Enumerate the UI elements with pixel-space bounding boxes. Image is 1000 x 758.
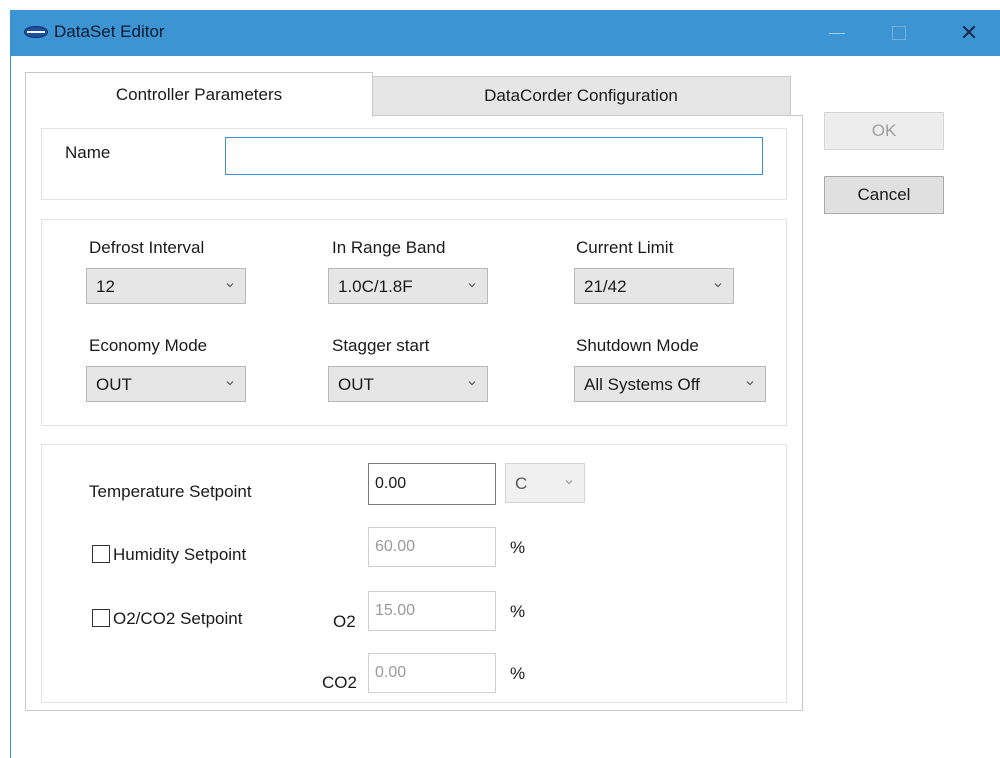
tab-controller-parameters[interactable]: Controller Parameters	[25, 72, 373, 117]
humidity-setpoint-label: Humidity Setpoint	[113, 545, 247, 564]
current-limit-value: 21/42	[584, 277, 627, 296]
economy-mode-label: Economy Mode	[89, 336, 208, 355]
tab-label: DataCorder Configuration	[484, 86, 678, 105]
chevron-down-icon	[226, 283, 234, 288]
chevron-down-icon	[468, 283, 476, 288]
temperature-unit-select[interactable]: C	[505, 463, 585, 503]
economy-mode-select[interactable]: OUT	[86, 366, 246, 402]
in-range-band-select[interactable]: 1.0C/1.8F	[328, 268, 488, 304]
minimize-icon	[829, 32, 845, 34]
humidity-setpoint-input[interactable]	[368, 527, 496, 567]
shutdown-mode-value: All Systems Off	[584, 375, 700, 394]
title-bar: DataSet Editor ✕	[10, 10, 1000, 56]
temperature-setpoint-input[interactable]	[368, 463, 496, 505]
stagger-start-label: Stagger start	[332, 336, 430, 355]
ok-button[interactable]: OK	[824, 112, 944, 150]
o2co2-setpoint-checkbox[interactable]	[92, 609, 110, 627]
co2-input[interactable]	[368, 653, 496, 693]
window-title: DataSet Editor	[54, 22, 165, 41]
tab-label: Controller Parameters	[115, 85, 283, 104]
chevron-down-icon	[565, 480, 573, 485]
defrost-interval-select[interactable]: 12	[86, 268, 246, 304]
o2-label: O2	[333, 612, 356, 631]
stagger-start-select[interactable]: OUT	[328, 366, 488, 402]
chevron-down-icon	[226, 381, 234, 386]
defrost-interval-label: Defrost Interval	[89, 238, 205, 257]
tab-datacorder-configuration[interactable]: DataCorder Configuration	[371, 76, 791, 116]
shutdown-mode-label: Shutdown Mode	[576, 336, 699, 355]
cancel-button[interactable]: Cancel	[824, 176, 944, 214]
name-input[interactable]	[225, 137, 763, 175]
in-range-band-label: In Range Band	[332, 238, 446, 257]
current-limit-label: Current Limit	[576, 238, 674, 257]
co2-label: CO2	[322, 673, 357, 692]
window-border	[10, 56, 11, 758]
o2co2-setpoint-label: O2/CO2 Setpoint	[113, 609, 243, 628]
maximize-icon	[892, 26, 906, 40]
humidity-setpoint-checkbox[interactable]	[92, 545, 110, 563]
close-icon: ✕	[959, 20, 979, 45]
chevron-down-icon	[746, 381, 754, 386]
cancel-button-label: Cancel	[857, 185, 911, 204]
current-limit-select[interactable]: 21/42	[574, 268, 734, 304]
stagger-start-value: OUT	[338, 375, 374, 394]
name-label: Name	[65, 143, 111, 162]
shutdown-mode-select[interactable]: All Systems Off	[574, 366, 766, 402]
co2-unit-label: %	[510, 664, 526, 683]
economy-mode-value: OUT	[96, 375, 132, 394]
in-range-band-value: 1.0C/1.8F	[338, 277, 413, 296]
close-button[interactable]: ✕	[938, 10, 1000, 56]
temperature-unit-value: C	[515, 474, 528, 493]
defrost-interval-value: 12	[96, 277, 115, 296]
o2-unit-label: %	[510, 602, 526, 621]
o2-input[interactable]	[368, 591, 496, 631]
ok-button-label: OK	[871, 121, 897, 140]
minimize-button[interactable]	[806, 10, 868, 56]
app-icon	[24, 26, 48, 38]
chevron-down-icon	[714, 283, 722, 288]
humidity-unit-label: %	[510, 538, 526, 557]
chevron-down-icon	[468, 381, 476, 386]
maximize-button[interactable]	[868, 10, 930, 56]
temperature-setpoint-label: Temperature Setpoint	[89, 482, 252, 501]
